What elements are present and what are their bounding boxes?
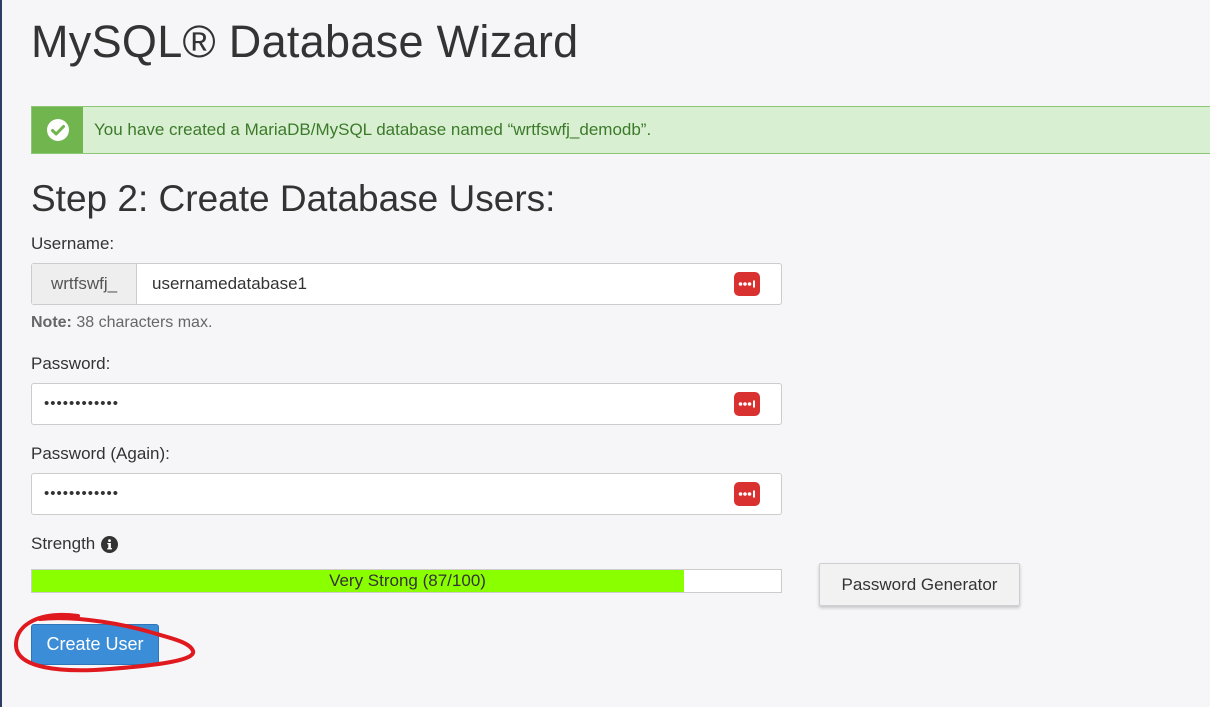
username-label: Username:: [31, 234, 115, 253]
password-label: Password:: [31, 354, 111, 373]
password-manager-icon[interactable]: [734, 272, 760, 296]
page-title: MySQL® Database Wizard: [31, 16, 579, 67]
dots-icon: [738, 280, 755, 288]
create-user-button[interactable]: Create User: [31, 624, 159, 665]
password-generator-button[interactable]: Password Generator: [819, 563, 1020, 606]
username-input[interactable]: [152, 264, 732, 304]
password-input[interactable]: [44, 384, 734, 424]
check-circle-icon: [46, 119, 69, 141]
dots-icon: [738, 400, 755, 408]
password-manager-icon[interactable]: [734, 392, 760, 416]
password-again-label: Password (Again):: [31, 444, 170, 463]
left-border: [0, 0, 2, 707]
note-bold: Note:: [31, 314, 72, 331]
username-input-group: wrtfswfj_: [31, 263, 782, 305]
strength-label: Strength: [31, 534, 96, 553]
password-input-group: [31, 383, 782, 425]
info-icon[interactable]: [101, 535, 119, 553]
dots-icon: [738, 490, 755, 498]
note-text: 38 characters max.: [71, 314, 213, 331]
alert-icon-box: [32, 107, 83, 153]
alert-message: You have created a MariaDB/MySQL databas…: [94, 120, 652, 139]
success-alert: You have created a MariaDB/MySQL databas…: [31, 106, 1210, 154]
username-prefix: wrtfswfj_: [32, 264, 137, 304]
step-title: Step 2: Create Database Users:: [31, 178, 556, 219]
strength-meter: Very Strong (87/100): [31, 569, 782, 593]
password-again-input-group: [31, 473, 782, 515]
strength-meter-text: Very Strong (87/100): [329, 571, 486, 590]
strength-label-row: Strength: [31, 534, 119, 554]
password-again-input[interactable]: [44, 474, 734, 514]
username-note: Note: 38 characters max.: [31, 314, 212, 332]
password-manager-icon[interactable]: [734, 482, 760, 506]
